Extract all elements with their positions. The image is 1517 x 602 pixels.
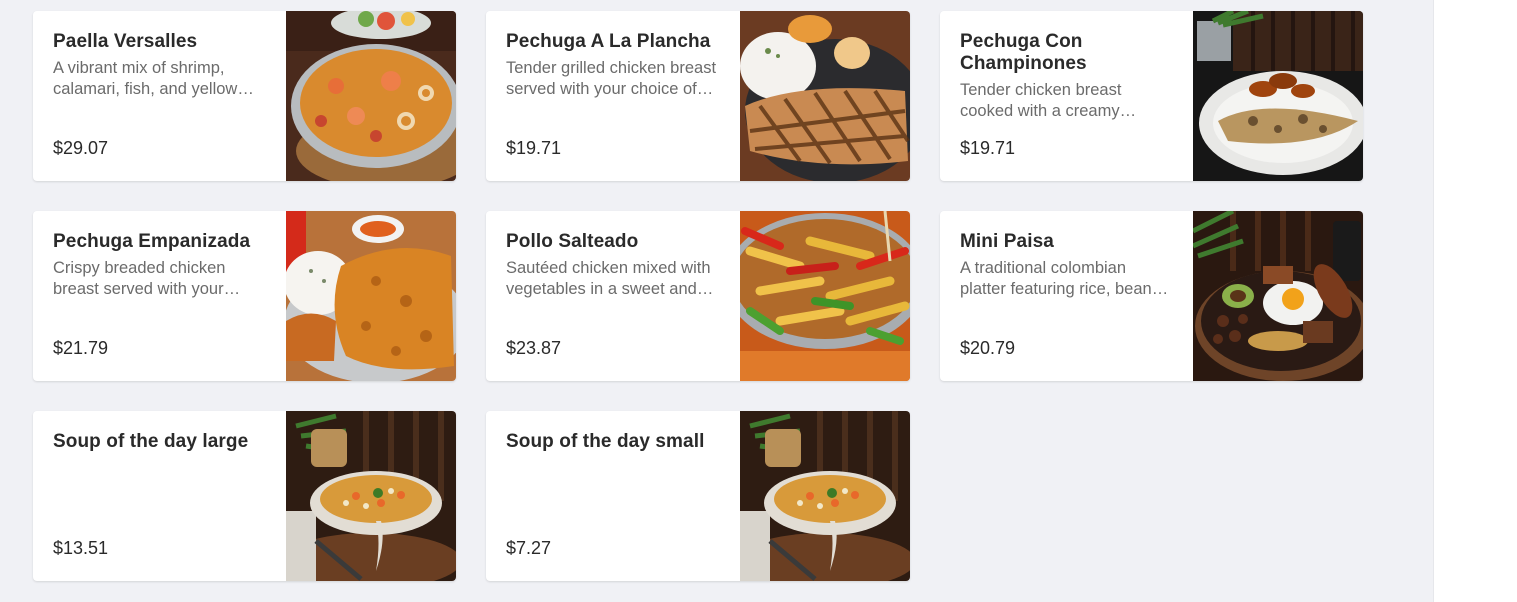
menu-item-info: Soup of the day large $13.51 [33,411,286,581]
menu-item-info: Paella Versalles A vibrant mix of shrimp… [33,11,286,181]
menu-grid: Paella Versalles A vibrant mix of shrimp… [33,11,1363,581]
menu-item-photo [1193,211,1363,381]
menu-item-price: $19.71 [960,138,1016,158]
menu-item-name: Pollo Salteado [506,231,639,252]
menu-item-price: $7.27 [506,538,552,558]
right-gutter [1433,0,1517,602]
menu-item-photo [286,411,456,581]
menu-item-name: Pechuga Empanizada [53,231,251,252]
menu-item-name: Mini Paisa [960,231,1054,252]
menu-area: Paella Versalles A vibrant mix of shrimp… [0,0,1433,602]
menu-item-photo [740,411,910,581]
menu-item-card[interactable]: Pechuga Empanizada Crispy breaded chicke… [33,211,456,381]
menu-item-card[interactable]: Soup of the day large $13.51 [33,411,456,581]
menu-item-card[interactable]: Pechuga Con Champinones Tender chicken b… [940,11,1363,181]
menu-item-info: Pechuga Con Champinones Tender chicken b… [940,11,1193,181]
menu-item-description: Tender grilled chicken breast served wit… [506,59,717,98]
menu-item-description: Crispy breaded chicken breast served wit… [53,259,226,298]
menu-item-info: Pechuga Empanizada Crispy breaded chicke… [33,211,286,381]
menu-item-price: $29.07 [53,138,109,158]
menu-item-price: $13.51 [53,538,109,558]
menu-item-card[interactable]: Mini Paisa A traditional colombian platt… [940,211,1363,381]
menu-item-name: Pechuga A La Plancha [506,31,711,52]
menu-item-card[interactable]: Paella Versalles A vibrant mix of shrimp… [33,11,456,181]
menu-item-photo [740,211,910,381]
menu-item-description: Sautéed chicken mixed with vegetables in… [506,259,711,298]
menu-item-name: Soup of the day large [53,431,249,452]
menu-item-card[interactable]: Soup of the day small $7.27 [486,411,910,581]
menu-item-photo [286,11,456,181]
menu-item-card[interactable]: Pechuga A La Plancha Tender grilled chic… [486,11,910,181]
menu-item-price: $21.79 [53,338,109,358]
menu-item-name: Paella Versalles [53,31,198,52]
menu-item-card[interactable]: Pollo Salteado Sautéed chicken mixed wit… [486,211,910,381]
menu-item-name: Pechuga Con Champinones [960,31,1087,74]
menu-item-name: Soup of the day small [506,431,705,452]
menu-item-photo [286,211,456,381]
menu-item-info: Pechuga A La Plancha Tender grilled chic… [486,11,740,181]
menu-item-photo [1193,11,1363,181]
menu-item-description: A vibrant mix of shrimp, calamari, fish,… [53,59,238,98]
menu-item-description: A traditional colombian platter featurin… [960,259,1165,298]
menu-item-price: $19.71 [506,138,562,158]
menu-item-price: $23.87 [506,338,562,358]
menu-item-description: Tender chicken breast cooked with a crea… [960,81,1122,120]
menu-item-info: Pollo Salteado Sautéed chicken mixed wit… [486,211,740,381]
menu-item-info: Mini Paisa A traditional colombian platt… [940,211,1193,381]
menu-item-price: $20.79 [960,338,1016,358]
menu-item-info: Soup of the day small $7.27 [486,411,740,581]
menu-item-photo [740,11,910,181]
